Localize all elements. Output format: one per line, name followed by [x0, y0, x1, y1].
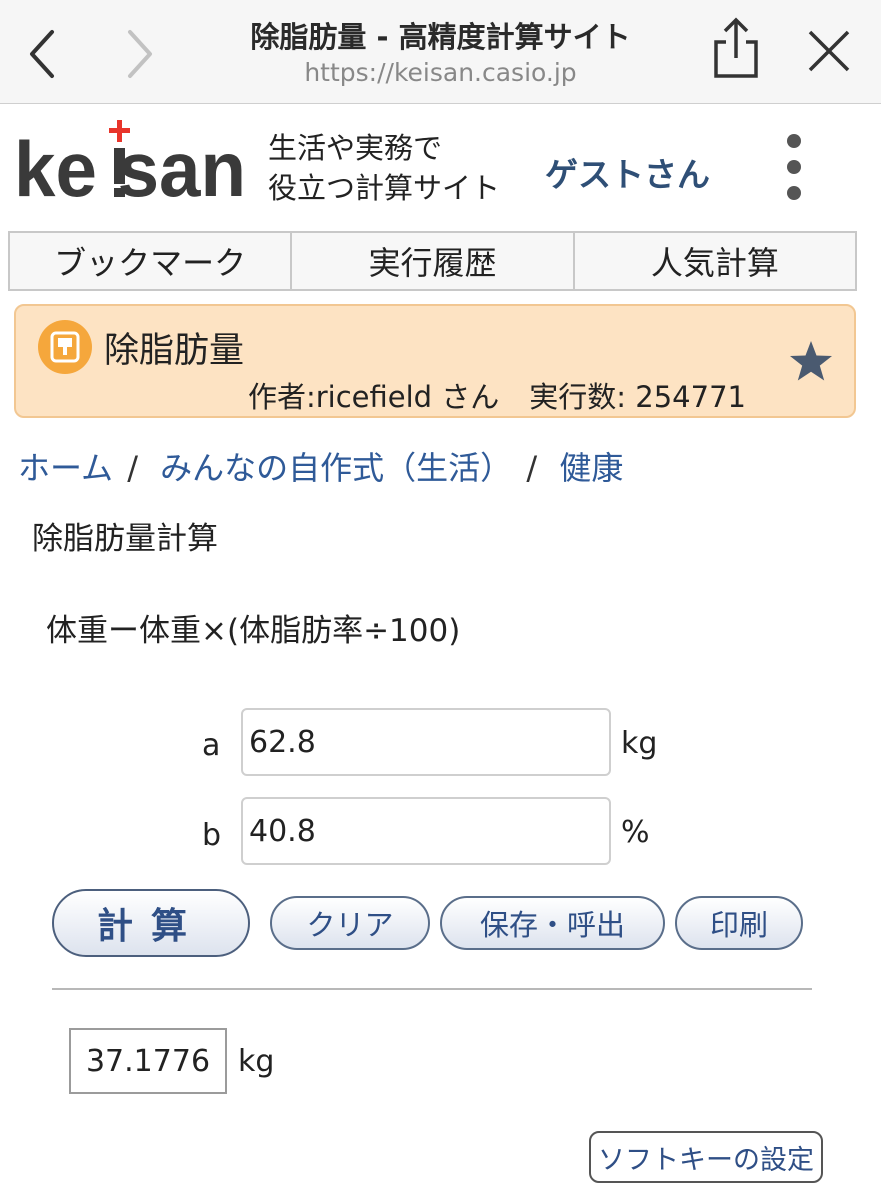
breadcrumb: ホーム / みんなの自作式（生活） / 健康 [18, 449, 624, 487]
tab-bookmark[interactable]: ブックマーク [10, 233, 293, 289]
tab-history[interactable]: 実行履歴 [292, 233, 575, 289]
divider [52, 988, 812, 990]
more-menu-icon[interactable] [781, 134, 807, 200]
input-a-label: a [202, 728, 221, 763]
save-load-button[interactable]: 保存・呼出 [440, 896, 665, 950]
author-text: 作者:ricefield さん [247, 380, 500, 414]
print-button[interactable]: 印刷 [675, 896, 803, 950]
user-name[interactable]: ゲストさん [545, 148, 710, 196]
bookmark-star-icon[interactable] [788, 338, 834, 384]
svg-text:ke san: ke san [14, 125, 246, 204]
tab-popular[interactable]: 人気計算 [575, 233, 855, 289]
card-meta: 作者:ricefield さん 実行数: 254771 [248, 374, 746, 416]
site-tagline: 生活や実務で 役立つ計算サイト [268, 128, 500, 208]
input-b-label: b [202, 818, 222, 853]
tagline-line-2: 役立つ計算サイト [268, 171, 501, 205]
formula-text: 体重ー体重×(体脂肪率÷100) [46, 613, 461, 649]
weight-input[interactable] [241, 708, 611, 776]
scale-icon [38, 320, 92, 374]
breadcrumb-category[interactable]: みんなの自作式（生活） [160, 449, 512, 487]
clear-button[interactable]: クリア [270, 896, 430, 950]
card-title: 除脂肪量 [104, 331, 245, 371]
share-icon[interactable] [706, 14, 766, 78]
body-fat-input[interactable] [241, 797, 611, 865]
result-value: 37.1776 [69, 1028, 227, 1094]
calculator-info-card: 除脂肪量 作者:ricefield さん 実行数: 254771 [14, 304, 856, 418]
input-a-unit: kg [621, 726, 658, 761]
softkey-settings-button[interactable]: ソフトキーの設定 [589, 1131, 823, 1183]
tagline-line-1: 生活や実務で [268, 131, 443, 165]
result-unit: kg [238, 1044, 275, 1079]
header-tabs: ブックマーク 実行履歴 人気計算 [8, 231, 857, 291]
input-b-unit: % [621, 815, 650, 850]
close-icon[interactable] [800, 22, 860, 82]
calculate-button[interactable]: 計算 [52, 889, 250, 957]
run-count: 実行数: 254771 [529, 380, 746, 414]
breadcrumb-subcategory[interactable]: 健康 [559, 449, 623, 487]
keisan-logo[interactable]: ke san [14, 118, 254, 213]
calculator-title: 除脂肪量計算 [32, 521, 218, 557]
browser-top-bar: 除脂肪量 - 高精度計算サイト https://keisan.casio.jp [0, 0, 881, 104]
breadcrumb-home[interactable]: ホーム [18, 449, 113, 487]
